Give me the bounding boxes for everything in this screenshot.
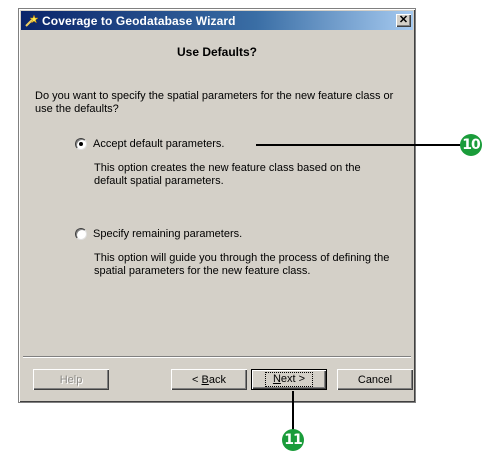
question-text: Do you want to specify the spatial param… — [35, 90, 394, 115]
next-rest: ext > — [280, 373, 306, 385]
option-accept-description: This option creates the new feature clas… — [94, 162, 361, 187]
option-accept-defaults[interactable]: Accept default parameters. — [75, 138, 224, 150]
option-specify-label[interactable]: Specify remaining parameters. — [93, 228, 242, 240]
next-focus-rect: Next > — [264, 372, 314, 387]
cancel-button[interactable]: Cancel — [337, 369, 413, 390]
help-button[interactable]: Help — [33, 369, 109, 390]
back-rest: ack — [208, 373, 226, 386]
title-bar[interactable]: Coverage to Geodatabase Wizard ✕ — [21, 11, 413, 30]
wizard-wand-icon — [24, 13, 38, 28]
back-prefix: < — [192, 373, 202, 386]
radio-unchecked-icon[interactable] — [75, 228, 87, 240]
page-heading: Use Defaults? — [176, 45, 258, 59]
back-button[interactable]: < Back — [171, 369, 247, 390]
wizard-dialog: Coverage to Geodatabase Wizard ✕ Use Def… — [18, 8, 416, 403]
option-accept-label[interactable]: Accept default parameters. — [93, 138, 224, 150]
stage: Coverage to Geodatabase Wizard ✕ Use Def… — [0, 0, 482, 459]
callout-marker-next: 11 — [282, 429, 304, 451]
window-title: Coverage to Geodatabase Wizard — [42, 13, 236, 28]
option-specify-parameters[interactable]: Specify remaining parameters. — [75, 228, 242, 240]
callout-marker-accept: 10 — [460, 134, 482, 156]
callout-line-accept — [256, 144, 461, 146]
radio-checked-icon[interactable] — [75, 138, 87, 150]
next-mnemonic: N — [272, 373, 281, 385]
callout-line-next — [292, 391, 294, 430]
close-icon[interactable]: ✕ — [396, 14, 411, 27]
next-button[interactable]: Next > — [251, 369, 327, 390]
back-mnemonic: B — [201, 373, 209, 386]
button-separator — [23, 356, 411, 358]
option-specify-description: This option will guide you through the p… — [94, 252, 390, 277]
